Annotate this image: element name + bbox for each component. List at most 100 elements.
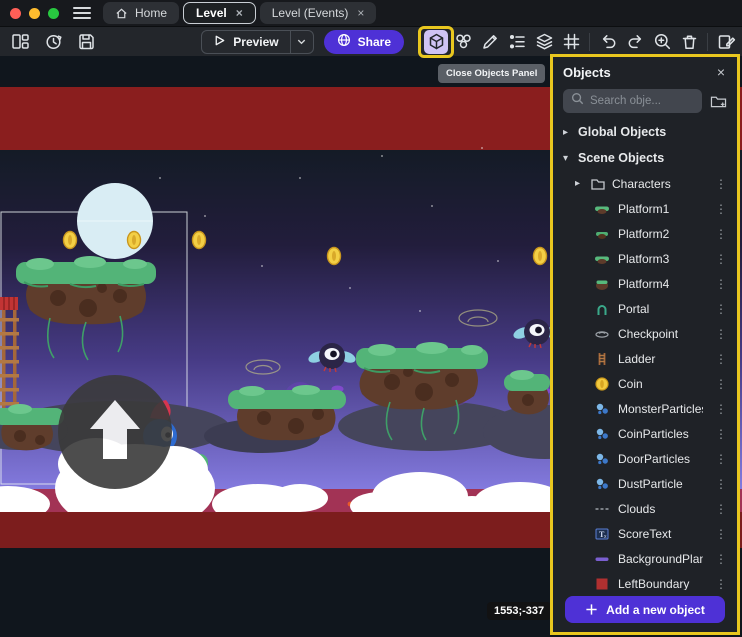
edit-scene-icon[interactable] [714,30,738,54]
object-label: Coin [618,377,703,391]
object-row-coinparticles[interactable]: CoinParticles⋮ [553,421,737,446]
tab-home[interactable]: Home [103,2,179,24]
search-input[interactable]: Search obje... [563,89,702,113]
object-row-checkpoint[interactable]: Checkpoint⋮ [553,321,737,346]
object-row-leftboundary[interactable]: LeftBoundary⋮ [553,571,737,590]
object-row-scoretext[interactable]: Tx ScoreText ⋮ [553,521,737,546]
undo-icon[interactable] [596,30,620,54]
toolbar-right-icons [424,30,738,54]
object-menu-kebab-icon[interactable]: ⋮ [711,502,737,516]
history-icon[interactable] [41,30,65,54]
object-menu-kebab-icon[interactable]: ⋮ [711,252,737,266]
close-window-button[interactable] [10,8,21,19]
objects-tree: ▸Global Objects ▾ Scene Objects ▸Characters… [553,119,737,590]
object-row-monsterparticles[interactable]: MonsterParticles⋮ [553,396,737,421]
preview-button[interactable]: Preview [201,30,313,54]
main-menu-icon[interactable] [73,7,91,19]
object-groups-icon[interactable] [451,30,475,54]
object-row-clouds[interactable]: Clouds⋮ [553,496,737,521]
object-row-backgroundplants[interactable]: BackgroundPlants ⋮ [553,546,737,571]
cursor-coordinates-badge: 1553;-337 [487,602,551,620]
platform-a-thumbnail-icon [593,250,610,267]
object-label: DoorParticles [618,452,703,466]
object-row-portal[interactable]: Portal⋮ [553,296,737,321]
portal-thumbnail-icon [593,300,610,317]
platform-b-thumbnail-icon [593,225,610,242]
redo-icon[interactable] [623,30,647,54]
tree-header-label: Scene Objects [578,151,737,165]
layers-icon[interactable] [532,30,556,54]
object-menu-kebab-icon[interactable]: ⋮ [711,227,737,241]
chevron-down-icon[interactable]: ▾ [563,153,571,164]
object-menu-kebab-icon[interactable]: ⋮ [711,577,737,591]
particles-thumbnail-icon [593,475,610,492]
object-row-platform4[interactable]: Platform4 ⋮ [553,271,737,296]
add-new-object-label: Add a new object [606,603,705,617]
object-menu-kebab-icon[interactable]: ⋮ [711,302,737,316]
tab-level-events-label: Level (Events) [272,6,349,20]
object-menu-kebab-icon[interactable]: ⋮ [711,202,737,216]
add-folder-icon[interactable] [710,94,727,109]
preview-options-chevron-down-icon[interactable] [291,36,313,47]
chevron-right-icon[interactable]: ▸ [563,127,571,138]
objects-panel: Objects × Search obje... ▸Global Objects… [550,54,740,635]
object-row-platform1[interactable]: Platform1⋮ [553,196,737,221]
home-icon [115,7,128,20]
tab-level-events-close-icon[interactable]: × [357,6,364,20]
object-menu-kebab-icon[interactable]: ⋮ [711,452,737,466]
close-panel-icon[interactable]: × [715,64,727,80]
object-menu-kebab-icon[interactable]: ⋮ [711,402,737,416]
coin-thumbnail-icon [593,375,610,392]
object-label: ScoreText [618,527,703,541]
object-row-doorparticles[interactable]: DoorParticles ⋮ [553,446,737,471]
object-menu-kebab-icon[interactable]: ⋮ [711,427,737,441]
object-label: BackgroundPlants [618,552,703,566]
add-new-object-button[interactable]: Add a new object [565,596,725,623]
toolbar-left-icons [8,30,98,54]
object-folder-characters[interactable]: ▸Characters⋮ [553,171,737,196]
object-row-ladder[interactable]: Ladder ⋮ [553,346,737,371]
object-menu-kebab-icon[interactable]: ⋮ [711,477,737,491]
save-icon[interactable] [74,30,98,54]
tree-header-global-objects[interactable]: ▸Global Objects [553,119,737,145]
tab-level[interactable]: Level × [183,2,256,24]
search-placeholder: Search obje... [590,95,661,107]
platform-a-thumbnail-icon [593,200,610,217]
object-label: Platform3 [618,252,703,266]
share-button[interactable]: Share [324,30,404,54]
tab-level-close-icon[interactable]: × [236,6,243,20]
object-row-platform3[interactable]: Platform3 ⋮ [553,246,737,271]
pencil-icon[interactable] [478,30,502,54]
tab-level-events[interactable]: Level (Events) × [260,2,377,24]
globe-icon [337,33,351,50]
tab-home-label: Home [135,6,167,20]
scoretext-thumbnail-icon: Tx [593,525,610,542]
object-label: DustParticle [618,477,703,491]
object-menu-kebab-icon[interactable]: ⋮ [711,177,737,191]
chevron-right-icon[interactable]: ▸ [575,178,583,189]
object-label: Ladder [618,352,703,366]
boundary-thumbnail-icon [593,575,610,590]
minimize-window-button[interactable] [29,8,40,19]
particles-thumbnail-icon [593,450,610,467]
object-label: Platform4 [618,277,703,291]
zoom-in-icon[interactable] [650,30,674,54]
object-row-coin[interactable]: Coin ⋮ [553,371,737,396]
maximize-window-button[interactable] [48,8,59,19]
object-row-platform2[interactable]: Platform2⋮ [553,221,737,246]
grid-icon[interactable] [559,30,583,54]
app-window: Home Level × Level (Events) × Preview [0,0,742,637]
object-menu-kebab-icon[interactable]: ⋮ [711,277,737,291]
folder-icon [589,175,606,192]
object-menu-kebab-icon[interactable]: ⋮ [711,352,737,366]
trash-icon[interactable] [677,30,701,54]
object-menu-kebab-icon[interactable]: ⋮ [711,327,737,341]
object-menu-kebab-icon[interactable]: ⋮ [711,377,737,391]
object-row-dustparticle[interactable]: DustParticle ⋮ [553,471,737,496]
object-menu-kebab-icon[interactable]: ⋮ [711,527,737,541]
panel-layout-icon[interactable] [8,30,32,54]
tree-header-scene-objects[interactable]: ▾ Scene Objects [553,145,737,171]
instances-list-icon[interactable] [505,30,529,54]
object-menu-kebab-icon[interactable]: ⋮ [711,552,737,566]
objects-cube-icon[interactable] [424,30,448,54]
